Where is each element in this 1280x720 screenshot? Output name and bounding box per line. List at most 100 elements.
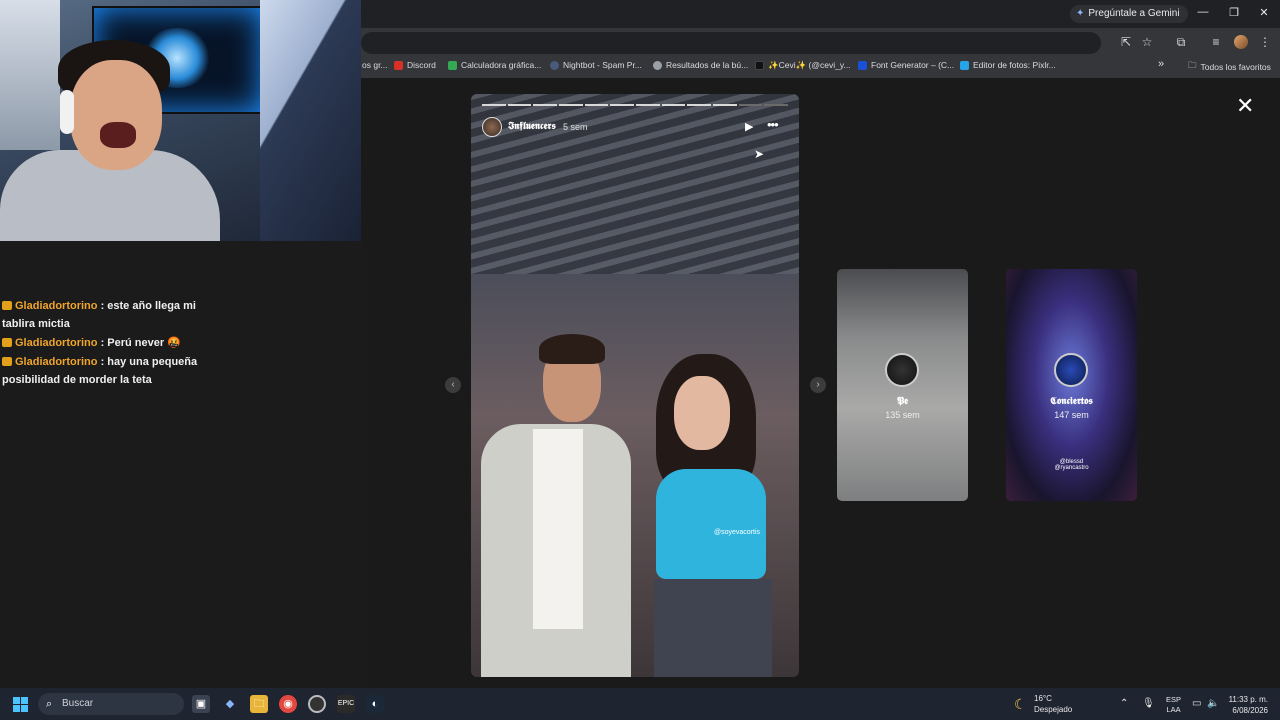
- bookmark-label: Discord: [407, 60, 436, 70]
- bookmark-font-generator[interactable]: Font Generator – (C...: [858, 60, 954, 70]
- subscriber-badge-icon: [2, 338, 12, 347]
- story-timestamp: 5 sem: [563, 122, 588, 132]
- story-author-name[interactable]: 𝕴𝖓𝖋𝖑𝖚𝖊𝖓𝖈𝖊𝖗𝖘: [508, 121, 556, 132]
- file-explorer-icon[interactable]: 🗀: [250, 695, 268, 713]
- clock-time: 11:33 p. m.: [1228, 695, 1268, 704]
- microphone-icon[interactable]: 🎙: [1142, 698, 1155, 709]
- chat-message: Gladiadortorino : Perú never 🤬: [2, 334, 202, 352]
- start-button[interactable]: [13, 697, 28, 712]
- bookmarks-overflow-button[interactable]: »: [1158, 58, 1164, 70]
- gemini-spark-icon: ✦: [1076, 8, 1085, 19]
- story-main[interactable]: [471, 94, 799, 677]
- story-photo-person-right: [636, 354, 796, 677]
- story-author-avatar[interactable]: [482, 117, 502, 137]
- previous-story-arrow[interactable]: ‹: [445, 377, 461, 393]
- bookmark-label: Editor de fotos: Pixlr...: [973, 60, 1056, 70]
- chat-username[interactable]: Gladiadortorino: [15, 337, 98, 349]
- search-placeholder: Buscar: [62, 698, 94, 709]
- weather-temperature[interactable]: 16°C: [1034, 694, 1052, 703]
- bookmark-discord[interactable]: Discord: [394, 60, 436, 70]
- stream-chat: Gladiadortorino : este año llega mi tabl…: [2, 297, 202, 390]
- progress-segment: [584, 104, 609, 106]
- progress-segment: [507, 104, 532, 106]
- taskbar-search[interactable]: ⌕ Buscar: [38, 693, 184, 715]
- bookmark-star-icon[interactable]: ☆: [1139, 35, 1155, 49]
- close-window-button[interactable]: ✕: [1256, 6, 1272, 19]
- task-view-icon[interactable]: ▣: [192, 695, 210, 713]
- weather-condition[interactable]: Despejado: [1034, 705, 1072, 714]
- play-icon[interactable]: ▶: [745, 120, 753, 133]
- google-icon: [653, 60, 662, 70]
- progress-segment: [533, 104, 558, 106]
- media-control-icon[interactable]: ≡: [1208, 35, 1224, 49]
- more-options-icon[interactable]: •••: [767, 117, 779, 132]
- app-icon[interactable]: ◆: [221, 695, 239, 713]
- steam-icon[interactable]: ◐: [366, 695, 384, 713]
- volume-icon[interactable]: 🔈: [1207, 698, 1219, 709]
- install-app-icon[interactable]: ⇱: [1118, 35, 1134, 49]
- chat-message: Gladiadortorino : este año llega mi tabl…: [2, 297, 202, 333]
- clock-date: 6/08/2026: [1232, 706, 1268, 715]
- omnibox[interactable]: [361, 32, 1101, 54]
- gemini-button-label: Pregúntale a Gemini: [1088, 8, 1180, 19]
- progress-segment: [610, 104, 635, 106]
- bookmark-calculator[interactable]: Calculadora gráfica...: [448, 60, 541, 70]
- input-language[interactable]: ESP LAA: [1166, 695, 1181, 715]
- gemini-button[interactable]: ✦ Pregúntale a Gemini: [1070, 5, 1188, 23]
- progress-segment: [636, 104, 660, 106]
- font-generator-icon: [858, 60, 867, 70]
- story-preview-card[interactable]: 𝕮𝖔𝖓𝖈𝖎𝖊𝖗𝖙𝖔𝖘 147 sem @blessd @ryancastro: [1006, 269, 1137, 501]
- nightbot-icon: [550, 60, 559, 70]
- profile-avatar[interactable]: [1234, 35, 1248, 49]
- all-bookmarks-label: Todos los favoritos: [1200, 62, 1271, 72]
- bookmark-label: os gr...: [362, 60, 388, 70]
- preview-time: 147 sem: [1054, 410, 1089, 420]
- webcam-streamer: [0, 40, 220, 241]
- preview-name: 𝕮𝖔𝖓𝖈𝖎𝖊𝖗𝖙𝖔𝖘: [1050, 396, 1093, 407]
- bookmark-tiktok[interactable]: ✨Cevi✨ (@cevi_y...: [755, 60, 851, 71]
- preview-avatar: [885, 353, 919, 387]
- bookmark-label: ✨Cevi✨ (@cevi_y...: [768, 60, 851, 70]
- progress-segment: [738, 104, 763, 106]
- bookmark-pixlr[interactable]: Editor de fotos: Pixlr...: [960, 60, 1056, 70]
- browser-menu-icon[interactable]: ⋮: [1257, 35, 1273, 49]
- extensions-icon[interactable]: ⧉: [1173, 35, 1189, 50]
- network-icon[interactable]: ▭: [1192, 698, 1201, 709]
- bookmark-search-results[interactable]: Resultados de la bú...: [653, 60, 748, 70]
- obs-icon[interactable]: [308, 695, 326, 713]
- calculator-icon: [448, 60, 457, 70]
- chat-username[interactable]: Gladiadortorino: [15, 300, 98, 312]
- webcam-overlay: [0, 0, 361, 241]
- bookmark-item[interactable]: os gr...: [362, 60, 388, 70]
- minimize-button[interactable]: —: [1195, 6, 1211, 18]
- tray-chevron-icon[interactable]: ⌃: [1120, 698, 1128, 709]
- preview-handle: @blessd @ryancastro: [1054, 459, 1089, 471]
- moon-weather-icon[interactable]: ☾: [1014, 696, 1027, 713]
- progress-segment: [687, 104, 712, 106]
- bookmark-nightbot[interactable]: Nightbot - Spam Pr...: [550, 60, 642, 70]
- chrome-icon[interactable]: ◉: [279, 695, 297, 713]
- pixlr-icon: [960, 60, 969, 70]
- bookmark-label: Calculadora gráfica...: [461, 60, 542, 70]
- preview-avatar: [1054, 353, 1088, 387]
- bookmark-label: Font Generator – (C...: [871, 60, 955, 70]
- story-preview-card[interactable]: 𝕻𝖊 135 sem: [837, 269, 968, 501]
- bookmark-label: Resultados de la bú...: [666, 60, 749, 70]
- taskbar-clock[interactable]: 11:33 p. m. 6/08/2026: [1226, 694, 1268, 716]
- progress-segment: [713, 104, 737, 106]
- mouse-cursor-icon: ➤: [754, 147, 765, 161]
- story-mention-tag[interactable]: @soyevacortis: [714, 529, 760, 536]
- restore-button[interactable]: ❐: [1226, 6, 1242, 19]
- story-photo-person-left: [481, 334, 631, 677]
- close-story-icon[interactable]: ✕: [1236, 95, 1254, 117]
- chat-username[interactable]: Gladiadortorino: [15, 356, 98, 368]
- progress-segment: [764, 104, 789, 106]
- story-progress-bar: [482, 104, 789, 106]
- language-code: ESP: [1166, 695, 1182, 704]
- all-bookmarks-folder[interactable]: 🗀 Todos los favoritos: [1188, 60, 1271, 74]
- folder-icon: 🗀: [1188, 60, 1197, 70]
- next-story-arrow[interactable]: ›: [810, 377, 826, 393]
- bookmark-label: Nightbot - Spam Pr...: [563, 60, 642, 70]
- progress-segment: [661, 104, 686, 106]
- epic-games-icon[interactable]: EPIC: [337, 695, 355, 713]
